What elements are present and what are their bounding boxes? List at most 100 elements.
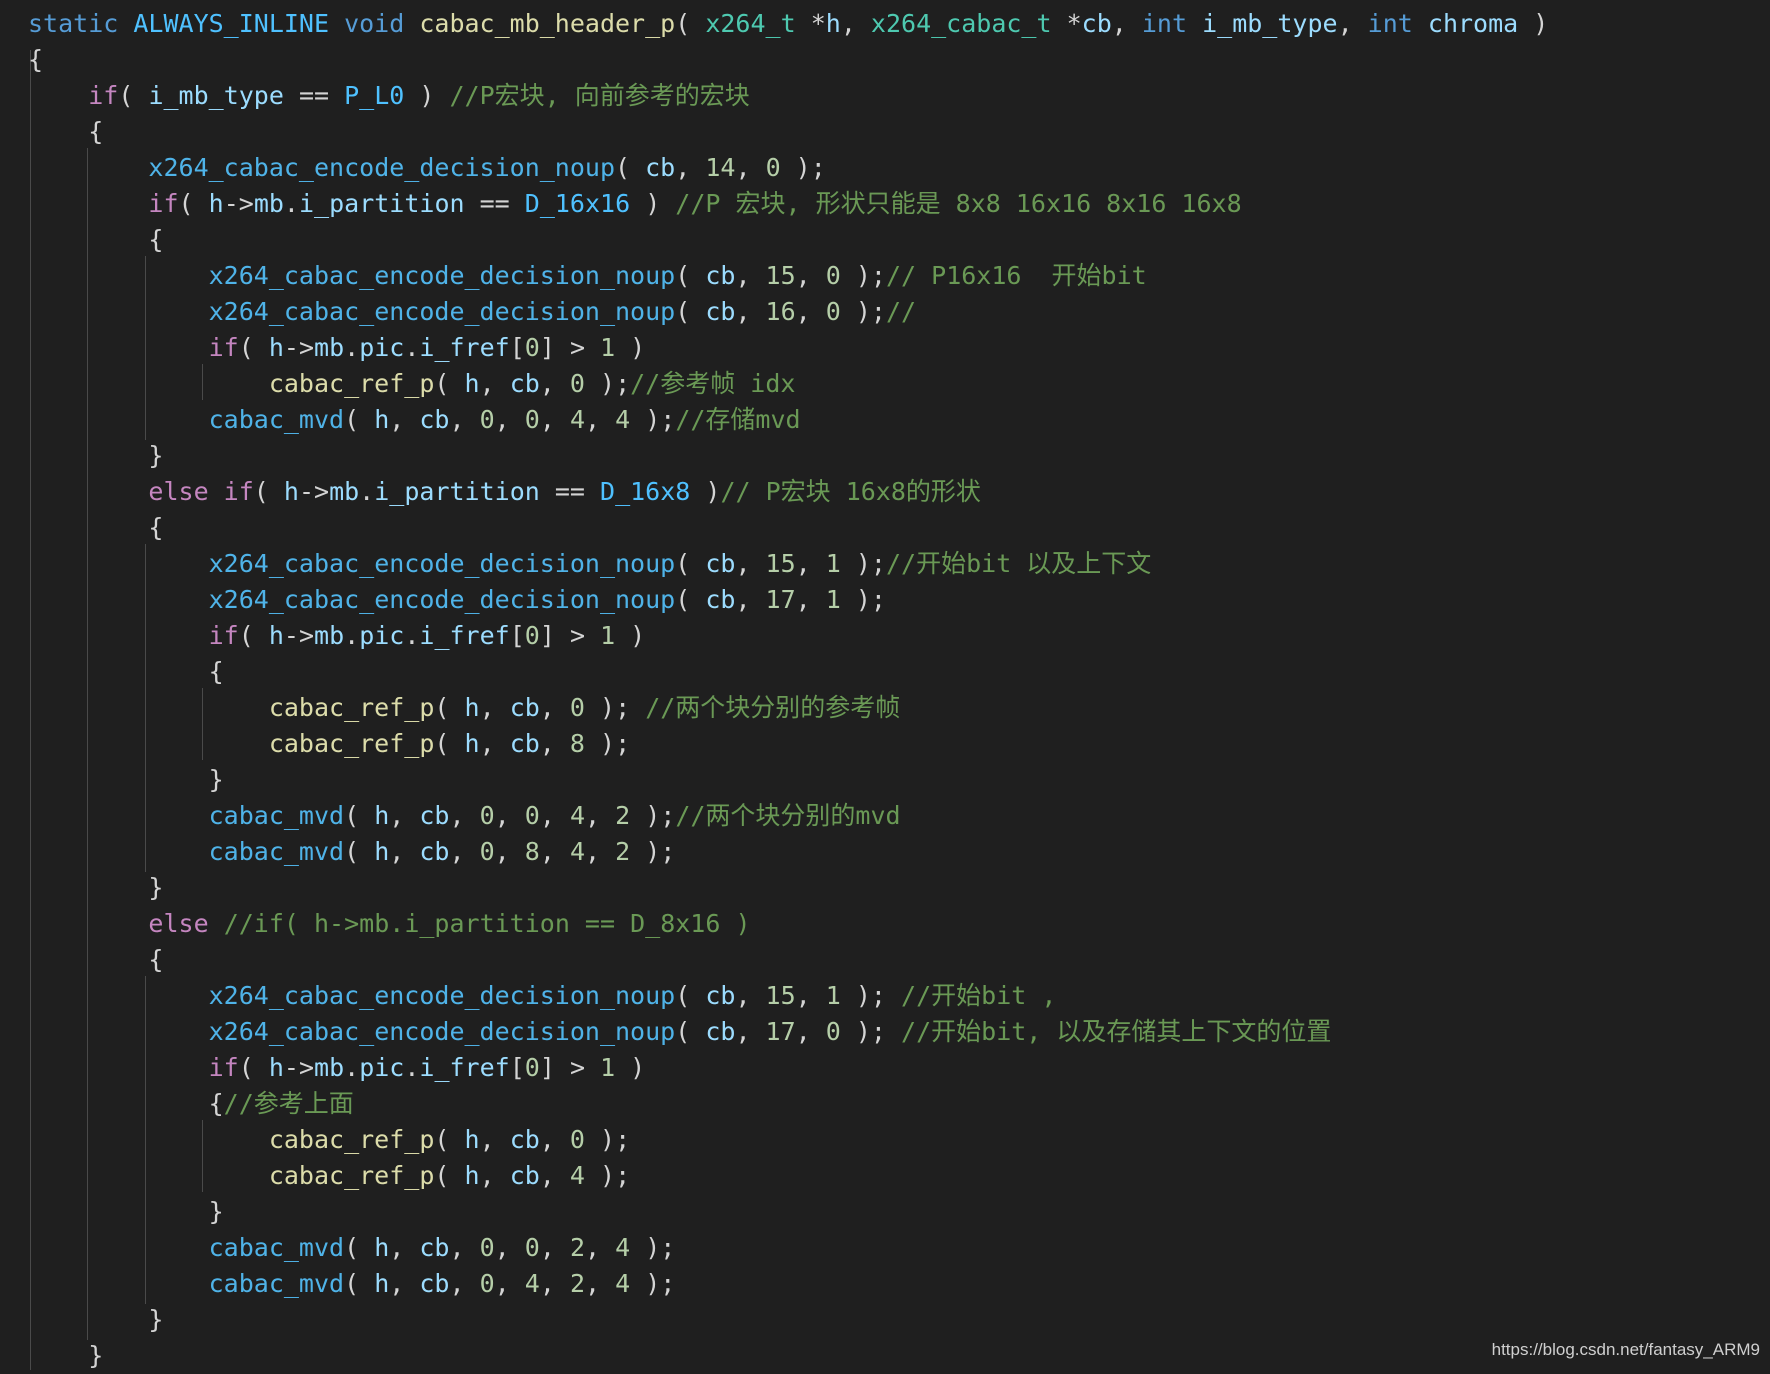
code-line: cabac_mvd( h, cb, 0, 0, 2, 4 ); (28, 1230, 676, 1266)
code-token: * (810, 9, 826, 38)
code-token: ( (344, 1233, 375, 1262)
code-token: 4 (569, 837, 585, 866)
code-token: chroma (1427, 9, 1519, 38)
code-line: cabac_ref_p( h, cb, 0 );//参考帧 idx (28, 366, 796, 402)
code-token: cb (509, 369, 540, 398)
code-token: , (735, 261, 766, 290)
code-token: D_16x8 (600, 477, 691, 506)
code-token: h (464, 729, 480, 758)
code-token: , (539, 1161, 570, 1190)
code-line: cabac_mvd( h, cb, 0, 8, 4, 2 ); (28, 834, 676, 870)
code-token: cb (419, 837, 450, 866)
code-line: } (28, 762, 224, 798)
code-token: 0 (524, 333, 540, 362)
code-token: , (494, 1269, 525, 1298)
code-token: ); (630, 1269, 676, 1298)
code-token: 2 (569, 1233, 585, 1262)
code-token: , (494, 405, 525, 434)
code-token: h (208, 189, 224, 218)
code-token: ) (615, 1053, 646, 1082)
code-token: 0 (479, 801, 495, 830)
code-token: , (795, 585, 826, 614)
code-token: i_mb_type (1202, 9, 1338, 38)
code-token: 8 (524, 837, 540, 866)
code-token: 1 (825, 585, 841, 614)
code-line: cabac_ref_p( h, cb, 8 ); (28, 726, 630, 762)
code-token: . (404, 621, 420, 650)
code-token: 0 (524, 621, 540, 650)
code-token: 0 (524, 801, 540, 830)
code-token: ); (840, 1017, 902, 1046)
code-token: -> (223, 189, 254, 218)
code-token: , (389, 1269, 420, 1298)
code-token: ] > (539, 333, 601, 362)
code-line: x264_cabac_encode_decision_noup( cb, 17,… (28, 582, 886, 618)
code-token: 0 (765, 153, 781, 182)
code-token: , (539, 729, 570, 758)
code-token: , (735, 153, 766, 182)
code-token: . (344, 1053, 360, 1082)
code-token: ( (675, 261, 706, 290)
code-token: h (464, 1125, 480, 1154)
code-editor[interactable]: static ALWAYS_INLINE void cabac_mb_heade… (0, 0, 1770, 1370)
code-token: ) (615, 333, 646, 362)
code-token: , (479, 1125, 510, 1154)
code-token: 0 (524, 405, 540, 434)
code-token: int (1367, 9, 1428, 38)
code-token: 0 (479, 1233, 495, 1262)
code-token: , (479, 693, 510, 722)
code-token: , (1337, 9, 1368, 38)
code-token: , (735, 981, 766, 1010)
code-token: if (208, 1053, 239, 1082)
code-token: , (449, 1233, 480, 1262)
code-token: cb (419, 1233, 450, 1262)
code-token: 1 (825, 549, 841, 578)
code-token: // (885, 297, 917, 326)
code-token: { (28, 657, 224, 686)
code-token: 4 (569, 801, 585, 830)
code-token: 15 (765, 261, 796, 290)
code-token: } (28, 441, 164, 470)
code-token: [ (509, 1053, 525, 1082)
code-token: . (283, 189, 299, 218)
code-token: 4 (569, 1161, 585, 1190)
code-token: mb (329, 477, 360, 506)
code-token: void (344, 9, 420, 38)
code-token: else (148, 909, 209, 938)
code-token: , (735, 297, 766, 326)
code-line: cabac_mvd( h, cb, 0, 4, 2, 4 ); (28, 1266, 676, 1302)
code-token: //存储mvd (675, 405, 801, 434)
code-token: //P宏块, 向前参考的宏块 (449, 81, 750, 110)
code-token: ); (630, 801, 676, 830)
code-line: } (28, 1338, 103, 1374)
code-token: D_16x16 (524, 189, 631, 218)
code-token: //开始bit 以及上下文 (885, 549, 1152, 578)
code-token: ( (615, 153, 646, 182)
code-token: P_L0 (344, 81, 405, 110)
code-token: ); (584, 1125, 631, 1154)
code-token: , (479, 729, 510, 758)
code-token: { (28, 117, 104, 146)
code-token: { (28, 945, 164, 974)
code-token: , (585, 801, 616, 830)
code-token: { (28, 225, 164, 254)
code-line: } (28, 1194, 224, 1230)
code-token: -> (298, 477, 330, 506)
code-token: cabac_ref_p (268, 1125, 435, 1154)
code-token: x264_cabac_encode_decision_noup (208, 297, 676, 326)
code-token: h (825, 9, 841, 38)
code-token: h (374, 1233, 390, 1262)
code-token: 1 (600, 621, 616, 650)
code-token: 1 (600, 333, 616, 362)
code-token: 0 (479, 405, 495, 434)
code-token: 0 (479, 1269, 495, 1298)
code-token: if (148, 189, 179, 218)
code-token: , (539, 1233, 570, 1262)
code-token: 1 (600, 1053, 616, 1082)
